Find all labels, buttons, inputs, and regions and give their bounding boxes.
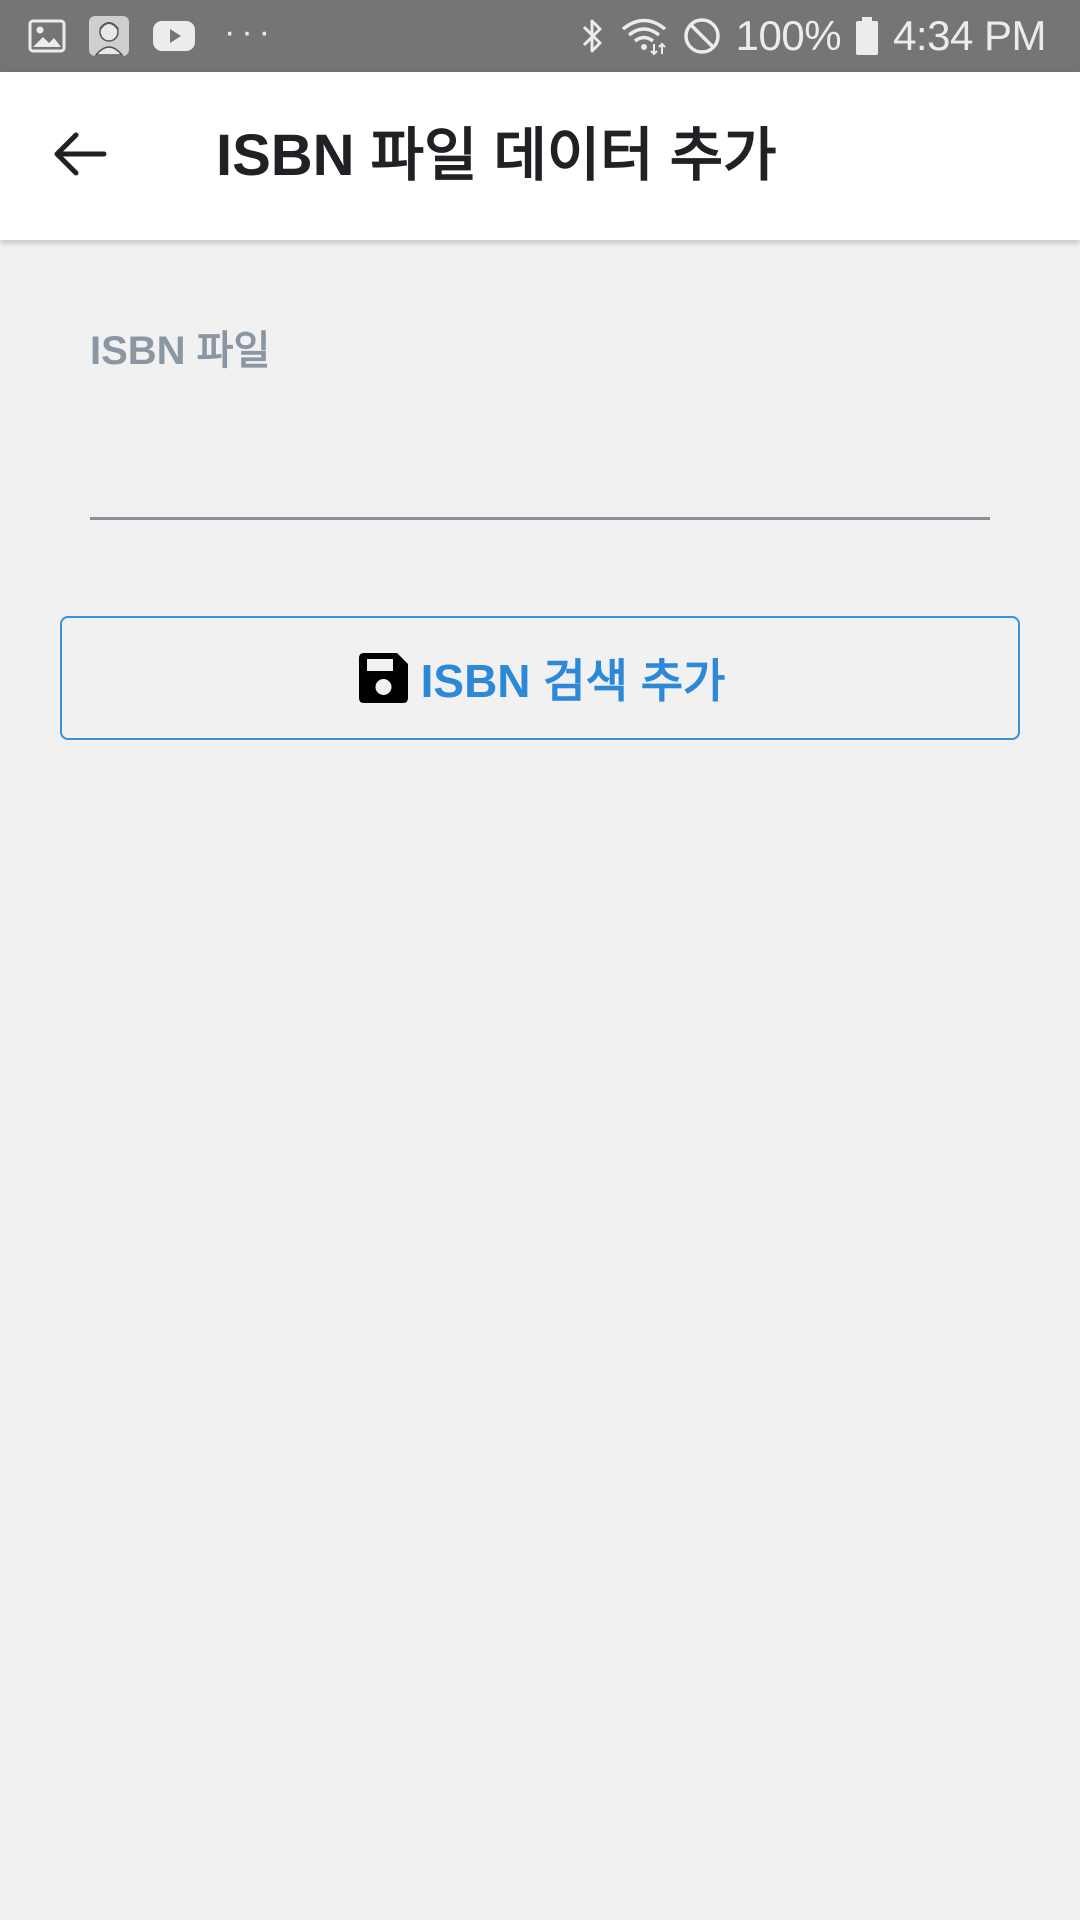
back-button[interactable] [40, 116, 120, 196]
save-icon [355, 650, 411, 706]
isbn-file-label: ISBN 파일 [90, 329, 271, 373]
add-isbn-search-label: ISBN 검색 추가 [420, 655, 726, 707]
bluetooth-icon [580, 16, 606, 56]
clock: 4:34 PM [893, 12, 1046, 59]
more-notifications-icon: ··· [224, 12, 276, 51]
notification-icons: ··· [28, 0, 276, 72]
app-bar: ISBN 파일 데이터 추가 [0, 72, 1080, 240]
avatar-notification-icon [88, 15, 130, 57]
arrow-back-icon [52, 130, 108, 183]
youtube-icon [152, 20, 196, 52]
gallery-icon [28, 19, 66, 53]
do-not-disturb-icon [682, 16, 722, 56]
wifi-icon [620, 16, 668, 56]
isbn-file-input[interactable] [90, 430, 990, 520]
battery-percent: 100% [735, 12, 842, 59]
battery-icon [855, 16, 879, 56]
status-bar: ··· 100% 4:34 PM [0, 0, 1080, 72]
system-icons: 100% 4:34 PM [580, 0, 1046, 72]
add-isbn-search-button[interactable]: ISBN 검색 추가 [60, 616, 1020, 740]
page-title: ISBN 파일 데이터 추가 [216, 123, 777, 188]
